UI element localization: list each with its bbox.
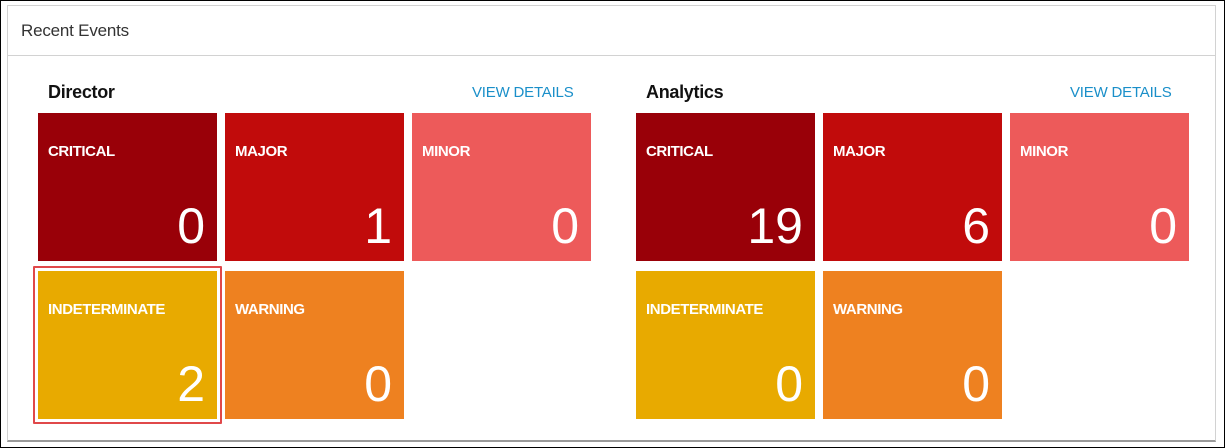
tile-count: 0 — [364, 356, 392, 412]
director-view-details-link[interactable]: VIEW DETAILS — [472, 84, 574, 101]
tile-count: 2 — [177, 356, 205, 412]
director-indeterminate-tile[interactable]: INDETERMINATE 2 — [38, 271, 217, 419]
tile-label: MAJOR — [833, 143, 886, 160]
analytics-indeterminate-tile[interactable]: INDETERMINATE 0 — [636, 271, 815, 419]
director-major-tile[interactable]: MAJOR 1 — [225, 113, 404, 261]
analytics-view-details-link[interactable]: VIEW DETAILS — [1070, 84, 1172, 101]
tile-count: 0 — [551, 198, 579, 254]
tile-label: WARNING — [235, 301, 305, 318]
analytics-warning-tile[interactable]: WARNING 0 — [823, 271, 1002, 419]
tile-count: 1 — [364, 198, 392, 254]
director-critical-tile[interactable]: CRITICAL 0 — [38, 113, 217, 261]
tile-count: 19 — [747, 198, 803, 254]
panel-header: Recent Events — [8, 6, 1215, 56]
tile-label: CRITICAL — [48, 143, 115, 160]
analytics-minor-tile[interactable]: MINOR 0 — [1010, 113, 1189, 261]
analytics-major-tile[interactable]: MAJOR 6 — [823, 113, 1002, 261]
panel-title: Recent Events — [21, 21, 129, 40]
tile-count: 0 — [177, 198, 205, 254]
tile-label: MAJOR — [235, 143, 288, 160]
tile-count: 6 — [962, 198, 990, 254]
tile-label: CRITICAL — [646, 143, 713, 160]
tile-label: WARNING — [833, 301, 903, 318]
tile-count: 0 — [775, 356, 803, 412]
tile-label: MINOR — [1020, 143, 1068, 160]
tile-count: 0 — [962, 356, 990, 412]
tile-count: 0 — [1149, 198, 1177, 254]
tile-label: INDETERMINATE — [48, 301, 166, 318]
section-title-director: Director — [48, 82, 115, 102]
analytics-critical-tile[interactable]: CRITICAL 19 — [636, 113, 815, 261]
director-warning-tile[interactable]: WARNING 0 — [225, 271, 404, 419]
director-minor-tile[interactable]: MINOR 0 — [412, 113, 591, 261]
tile-label: INDETERMINATE — [646, 301, 764, 318]
tile-label: MINOR — [422, 143, 470, 160]
section-title-analytics: Analytics — [646, 82, 724, 102]
